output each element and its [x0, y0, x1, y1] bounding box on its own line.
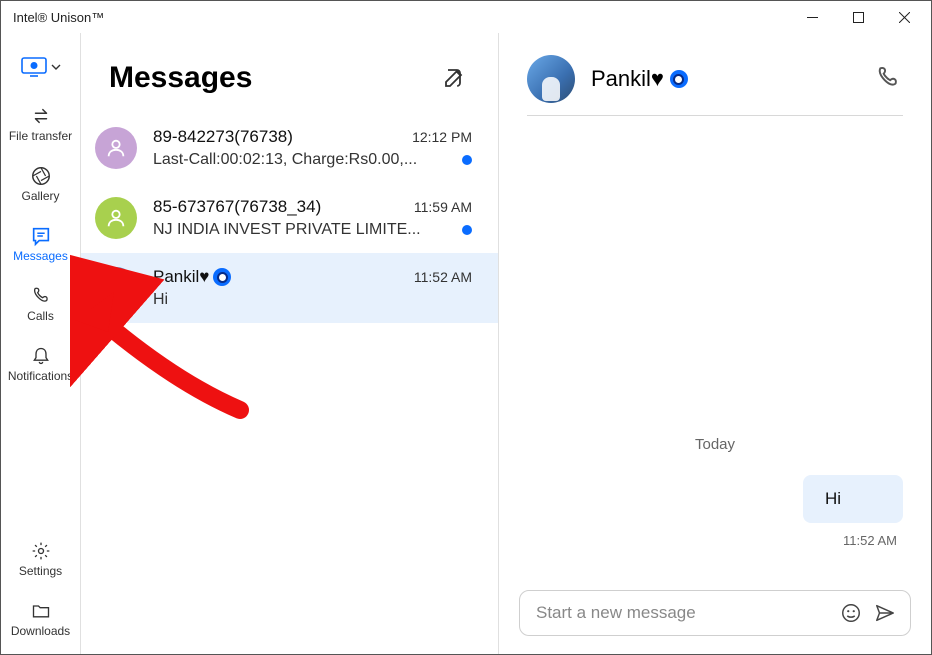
smiley-icon — [840, 602, 862, 624]
unread-indicator — [462, 225, 472, 235]
eye-icon — [213, 268, 231, 286]
avatar — [527, 55, 575, 103]
call-button[interactable] — [875, 65, 903, 93]
phone-icon — [30, 285, 52, 307]
message-time: 11:52 AM — [527, 529, 903, 566]
monitor-icon — [21, 57, 47, 77]
conversation-name: 89-842273(76738) — [153, 127, 404, 147]
close-button[interactable] — [881, 1, 927, 33]
messages-list-panel: Messages 89-842273(76738) 12:12 PM — [81, 33, 499, 654]
sidebar-item-label: Messages — [13, 249, 68, 263]
sidebar-item-downloads[interactable]: Downloads — [1, 592, 80, 646]
transfer-icon — [30, 105, 52, 127]
send-button[interactable] — [874, 602, 896, 624]
message-bubble: Hi — [803, 475, 903, 523]
conversation-name: 85-673767(76738_34) — [153, 197, 406, 217]
avatar — [95, 267, 137, 309]
compose-field[interactable] — [519, 590, 911, 636]
edit-icon — [442, 66, 466, 90]
chevron-down-icon — [51, 62, 61, 72]
emoji-button[interactable] — [840, 602, 862, 624]
aperture-icon — [30, 165, 52, 187]
sidebar-item-label: Notifications — [8, 369, 73, 383]
conversation-item[interactable]: Pankil♥ 11:52 AM Hi — [81, 253, 498, 323]
unread-indicator — [462, 155, 472, 165]
eye-icon — [670, 70, 688, 88]
conversation-item[interactable]: 85-673767(76738_34) 11:59 AM NJ INDIA IN… — [81, 183, 498, 253]
chat-panel: Pankil♥ Today Hi 11:52 AM — [499, 33, 931, 654]
phone-icon — [875, 65, 901, 91]
sidebar-item-notifications[interactable]: Notifications — [1, 337, 80, 391]
person-icon — [105, 137, 127, 159]
chat-header: Pankil♥ — [499, 33, 931, 115]
window-title: Intel® Unison™ — [13, 10, 789, 25]
conversation-time: 11:59 AM — [414, 199, 472, 215]
send-icon — [874, 602, 896, 624]
conversation-item[interactable]: 89-842273(76738) 12:12 PM Last-Call:00:0… — [81, 113, 498, 183]
person-icon — [105, 207, 127, 229]
conversation-list: 89-842273(76738) 12:12 PM Last-Call:00:0… — [81, 113, 498, 654]
compose-button[interactable] — [442, 66, 466, 90]
sidebar-item-file-transfer[interactable]: File transfer — [1, 97, 80, 151]
minimize-button[interactable] — [789, 1, 835, 33]
conversation-name: Pankil♥ — [153, 267, 406, 287]
sidebar-item-label: Calls — [27, 309, 54, 323]
titlebar: Intel® Unison™ — [1, 1, 931, 33]
sidebar-item-label: Settings — [19, 564, 62, 578]
sidebar-item-label: File transfer — [9, 129, 72, 143]
app-body: File transfer Gallery Messages Calls — [1, 33, 931, 654]
bell-icon — [30, 345, 52, 367]
conversation-preview: NJ INDIA INVEST PRIVATE LIMITE... — [153, 221, 454, 239]
chat-scroll[interactable]: Today Hi 11:52 AM — [499, 116, 931, 576]
avatar — [95, 197, 137, 239]
conversation-time: 12:12 PM — [412, 129, 472, 145]
day-label: Today — [527, 436, 903, 453]
device-selector[interactable] — [17, 51, 65, 91]
sidebar-item-messages[interactable]: Messages — [1, 217, 80, 271]
sidebar-item-settings[interactable]: Settings — [1, 532, 80, 586]
folder-icon — [30, 600, 52, 622]
messages-header: Messages — [81, 33, 498, 113]
conversation-preview: Last-Call:00:02:13, Charge:Rs0.00,... — [153, 151, 454, 169]
sidebar-item-gallery[interactable]: Gallery — [1, 157, 80, 211]
gear-icon — [30, 540, 52, 562]
avatar — [95, 127, 137, 169]
compose-bar — [499, 576, 931, 654]
message-icon — [30, 225, 52, 247]
conversation-preview: Hi — [153, 291, 472, 309]
message-row: Hi — [527, 475, 903, 523]
maximize-button[interactable] — [835, 1, 881, 33]
sidebar-item-label: Downloads — [11, 624, 70, 638]
sidebar: File transfer Gallery Messages Calls — [1, 33, 81, 654]
page-title: Messages — [109, 61, 442, 95]
message-input[interactable] — [536, 603, 828, 623]
app-window: Intel® Unison™ — [0, 0, 932, 655]
conversation-time: 11:52 AM — [414, 269, 472, 285]
chat-title: Pankil♥ — [591, 66, 859, 92]
sidebar-item-label: Gallery — [21, 189, 59, 203]
sidebar-item-calls[interactable]: Calls — [1, 277, 80, 331]
